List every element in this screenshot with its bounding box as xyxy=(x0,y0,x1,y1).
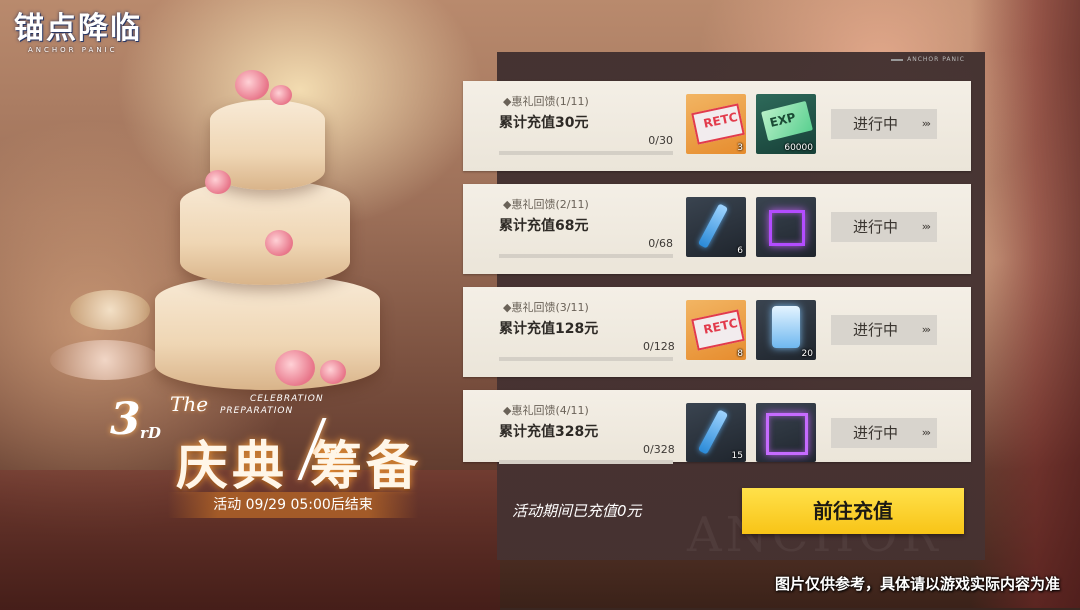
exp-label: EXP xyxy=(768,110,798,130)
game-logo: 锚点降临 ANCHOR PANIC xyxy=(14,11,142,55)
cake-tier-image xyxy=(155,275,380,390)
banner-edition-suffix: rD xyxy=(140,424,161,442)
chevron-right-icon: ››› xyxy=(921,323,931,336)
reward-tier-tag: ◆惠礼回馈(1/11) xyxy=(503,95,589,108)
event-banner: 3 rD The CELEBRATION PREPARATION 庆典 筹备 活动… xyxy=(110,388,460,528)
reward-item[interactable]: EXP 60000 xyxy=(756,94,816,154)
reward-progress-text: 0/128 xyxy=(643,340,675,353)
banner-celebration: CELEBRATION xyxy=(250,394,324,404)
curtain-decoration xyxy=(970,0,1080,608)
item-count: 15 xyxy=(731,451,743,461)
status-button[interactable]: 进行中 ››› xyxy=(831,315,937,345)
vial-icon xyxy=(697,409,729,455)
macaron-stand-image xyxy=(50,340,160,380)
total-paid-text: 活动期间已充值0元 xyxy=(512,502,642,520)
avatar-frame-icon xyxy=(766,413,808,455)
status-label: 进行中 xyxy=(853,218,899,236)
logo-title: 锚点降临 xyxy=(14,11,142,46)
reward-item[interactable]: RETC 8 xyxy=(686,300,746,360)
banner-title-right: 筹备 xyxy=(310,436,423,497)
exp-card-icon: EXP xyxy=(761,100,813,142)
reward-progress-bar xyxy=(499,460,673,464)
chevron-right-icon: ››› xyxy=(921,220,931,233)
event-end-time: 活动 09/29 05:00后结束 xyxy=(168,492,418,518)
reward-item[interactable]: 6 xyxy=(686,197,746,257)
reward-tier-tag: ◆惠礼回馈(3/11) xyxy=(503,301,589,314)
reward-item[interactable] xyxy=(756,197,816,257)
recharge-button[interactable]: 前往充值 xyxy=(742,488,964,534)
reward-item[interactable]: RETC 3 xyxy=(686,94,746,154)
panel-tag: ANCHOR PANIC xyxy=(891,56,965,63)
banner-title-left: 庆典 xyxy=(176,436,289,497)
cake-tier-image xyxy=(180,180,350,285)
flower-decoration xyxy=(205,170,231,194)
flower-decoration xyxy=(320,360,346,384)
reward-title: 累计充值328元 xyxy=(499,424,599,440)
reward-tier-tag: ◆惠礼回馈(2/11) xyxy=(503,198,589,211)
ticket-label: RETC xyxy=(702,315,739,337)
flower-decoration xyxy=(270,85,292,105)
status-button[interactable]: 进行中 ››› xyxy=(831,109,937,139)
banner-edition-number: 3 xyxy=(110,394,141,445)
macaron-stand-image xyxy=(70,290,150,330)
reward-card: ◆惠礼回馈(2/11) 累计充值68元 0/68 6 进行中 ››› xyxy=(463,184,971,274)
item-count: 3 xyxy=(737,143,743,153)
avatar-frame-icon xyxy=(769,210,805,246)
reward-card: ◆惠礼回馈(1/11) 累计充值30元 0/30 RETC 3 EXP 6000… xyxy=(463,81,971,171)
reward-progress-bar xyxy=(499,254,673,258)
banner-preparation: PREPARATION xyxy=(220,406,294,416)
reward-progress-bar xyxy=(499,357,673,361)
disclaimer-text: 图片仅供参考，具体请以游戏实际内容为准 xyxy=(774,575,1060,593)
reward-tier-tag: ◆惠礼回馈(4/11) xyxy=(503,404,589,417)
reward-progress-text: 0/30 xyxy=(648,134,673,147)
reward-item[interactable]: 20 xyxy=(756,300,816,360)
reward-card: ◆惠礼回馈(4/11) 累计充值328元 0/328 15 进行中 ››› xyxy=(463,390,971,464)
ticket-label: RETC xyxy=(702,109,739,131)
reward-item[interactable] xyxy=(756,403,816,462)
item-count: 60000 xyxy=(784,143,813,153)
status-label: 进行中 xyxy=(853,424,899,442)
reward-title: 累计充值30元 xyxy=(499,115,589,131)
flower-decoration xyxy=(235,70,269,100)
vial-icon xyxy=(697,203,729,249)
reward-title: 累计充值68元 xyxy=(499,218,589,234)
banner-the: The xyxy=(170,392,209,416)
item-count: 8 xyxy=(737,349,743,359)
crystal-icon xyxy=(772,306,800,348)
logo-subtitle: ANCHOR PANIC xyxy=(28,46,118,54)
reward-progress-text: 0/68 xyxy=(648,237,673,250)
status-button[interactable]: 进行中 ››› xyxy=(831,212,937,242)
chevron-right-icon: ››› xyxy=(921,426,931,439)
ticket-icon: RETC xyxy=(691,103,745,145)
item-count: 6 xyxy=(737,246,743,256)
status-label: 进行中 xyxy=(853,115,899,133)
ticket-icon: RETC xyxy=(691,309,745,351)
reward-progress-text: 0/328 xyxy=(643,443,675,456)
flower-decoration xyxy=(265,230,293,256)
banner-title: 庆典 筹备 xyxy=(176,424,422,499)
flower-decoration xyxy=(275,350,315,386)
status-label: 进行中 xyxy=(853,321,899,339)
reward-title: 累计充值128元 xyxy=(499,321,599,337)
reward-item[interactable]: 15 xyxy=(686,403,746,462)
chevron-right-icon: ››› xyxy=(921,117,931,130)
item-count: 20 xyxy=(801,349,813,359)
reward-progress-bar xyxy=(499,151,673,155)
reward-card: ◆惠礼回馈(3/11) 累计充值128元 0/128 RETC 8 20 进行中… xyxy=(463,287,971,377)
status-button[interactable]: 进行中 ››› xyxy=(831,418,937,448)
